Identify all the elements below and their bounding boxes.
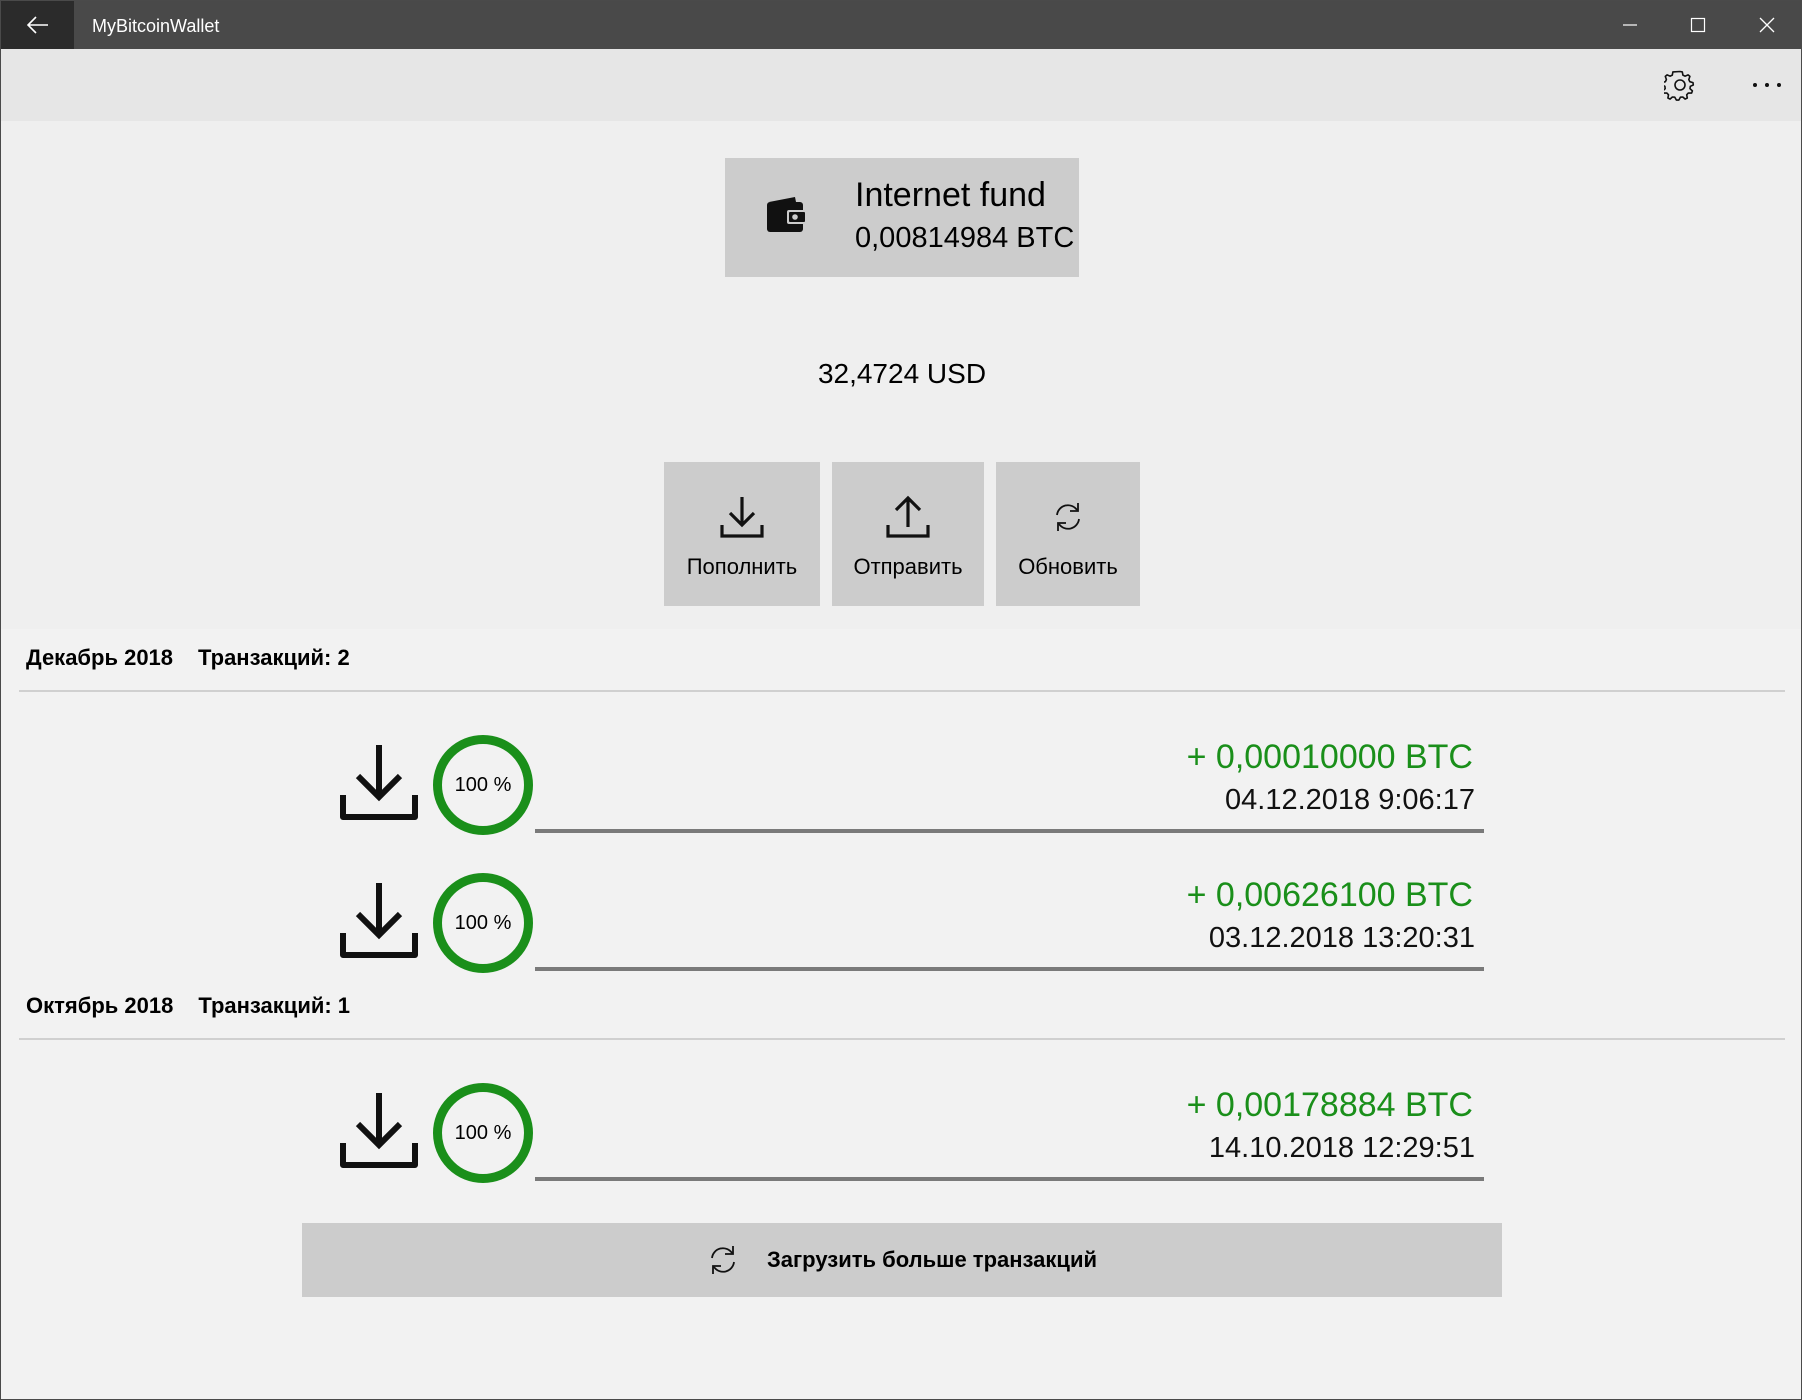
transaction-amount: + 0,00178884 BTC xyxy=(1186,1086,1473,1124)
minimize-button[interactable] xyxy=(1595,1,1664,49)
group-header-december: Декабрь 2018 Транзакций: 2 xyxy=(26,645,350,671)
transaction-row[interactable]: 100 % + 0,00178884 BTC 14.10.2018 12:29:… xyxy=(1,1049,1801,1183)
back-button[interactable] xyxy=(1,1,74,49)
maximize-button[interactable] xyxy=(1663,1,1732,49)
group-count: Транзакций: 1 xyxy=(198,993,351,1018)
wallet-icon xyxy=(765,196,807,239)
transaction-separator xyxy=(535,829,1484,833)
refresh-icon xyxy=(1056,503,1080,531)
download-icon xyxy=(339,879,419,966)
progress-label: 100 % xyxy=(454,1121,512,1144)
refresh-icon xyxy=(711,1246,735,1274)
group-count: Транзакций: 2 xyxy=(198,645,350,670)
send-button[interactable]: Отправить xyxy=(832,462,984,606)
transaction-date: 04.12.2018 9:06:17 xyxy=(1225,784,1475,816)
transaction-separator xyxy=(535,967,1484,971)
wallet-card[interactable]: Internet fund 0,00814984 BTC xyxy=(725,158,1079,277)
download-icon xyxy=(339,1089,419,1176)
transaction-row[interactable]: 100 % + 0,00010000 BTC 04.12.2018 9:06:1… xyxy=(1,701,1801,835)
group-header-october: Октябрь 2018 Транзакций: 1 xyxy=(26,993,350,1019)
group-month: Октябрь 2018 xyxy=(26,993,174,1018)
settings-button[interactable] xyxy=(1644,49,1716,121)
wallet-name: Internet fund xyxy=(855,176,1046,214)
refresh-label: Обновить xyxy=(1018,554,1118,579)
window-title: MyBitcoinWallet xyxy=(92,16,220,36)
transaction-date: 14.10.2018 12:29:51 xyxy=(1208,1132,1475,1164)
transaction-amount: + 0,00626100 BTC xyxy=(1186,876,1473,914)
close-icon xyxy=(1759,17,1774,33)
maximize-icon xyxy=(1690,17,1705,33)
progress-label: 100 % xyxy=(454,911,512,934)
transaction-separator xyxy=(535,1177,1484,1181)
title-bar: MyBitcoinWallet xyxy=(1,1,1801,49)
group-month: Декабрь 2018 xyxy=(26,645,174,670)
progress-label: 100 % xyxy=(454,773,512,796)
upload-icon xyxy=(886,495,930,538)
progress-ring: 100 % xyxy=(433,873,533,973)
more-button[interactable] xyxy=(1731,49,1801,121)
wallet-balance-btc: 0,00814984 BTC xyxy=(855,222,1075,254)
refresh-button[interactable]: Обновить xyxy=(996,462,1140,606)
deposit-label: Пополнить xyxy=(686,554,798,579)
transaction-amount: + 0,00010000 BTC xyxy=(1186,738,1473,776)
download-icon xyxy=(339,741,419,828)
transaction-row[interactable]: 100 % + 0,00626100 BTC 03.12.2018 13:20:… xyxy=(1,839,1801,973)
app-window: MyBitcoinWallet Internet fund 0,00814984… xyxy=(0,0,1802,1400)
transaction-date: 03.12.2018 13:20:31 xyxy=(1208,922,1475,954)
back-arrow-icon xyxy=(26,16,48,34)
deposit-button[interactable]: Пополнить xyxy=(664,462,820,606)
group-divider xyxy=(19,1038,1785,1040)
send-label: Отправить xyxy=(853,554,963,579)
more-icon xyxy=(1753,83,1781,87)
load-more-button[interactable]: Загрузить больше транзакций xyxy=(302,1223,1502,1297)
wallet-balance-usd: 32,4724 USD xyxy=(817,358,987,389)
progress-ring: 100 % xyxy=(433,735,533,835)
group-divider xyxy=(19,690,1785,692)
download-icon xyxy=(720,497,764,538)
gear-icon xyxy=(1664,70,1695,101)
command-bar xyxy=(1,49,1801,121)
progress-ring: 100 % xyxy=(433,1083,533,1183)
load-more-label: Загрузить больше транзакций xyxy=(766,1247,1097,1272)
minimize-icon xyxy=(1622,24,1637,26)
close-button[interactable] xyxy=(1732,1,1801,49)
